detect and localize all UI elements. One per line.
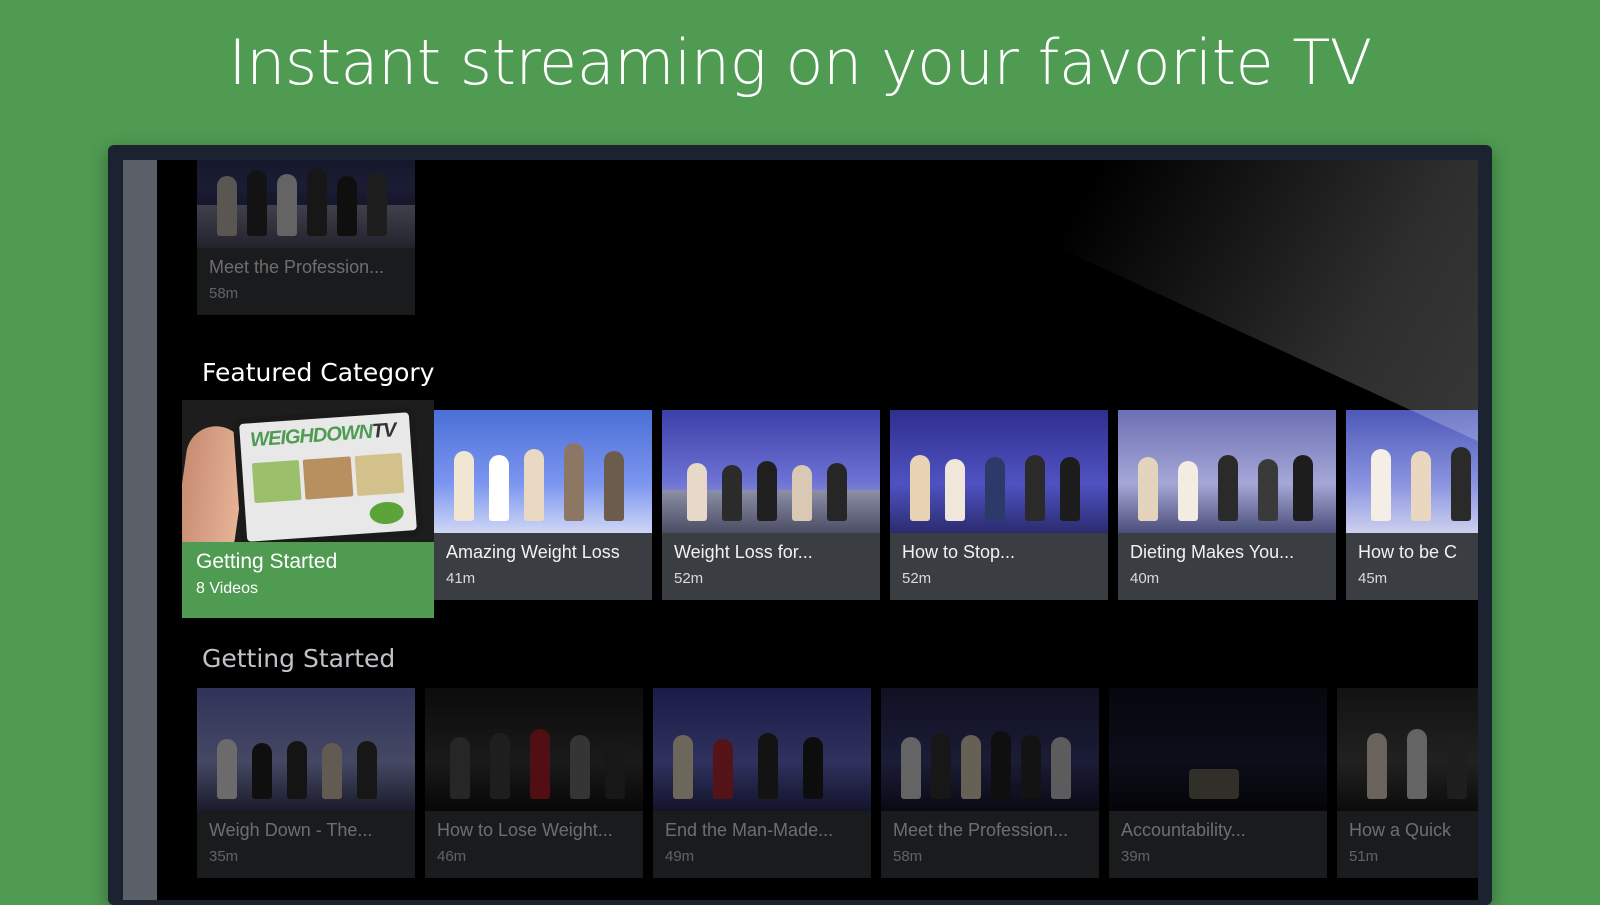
video-title: Weigh Down - The... bbox=[209, 820, 373, 840]
row-heading-getting-started: Getting Started bbox=[202, 644, 396, 673]
video-duration: 51m bbox=[1349, 848, 1379, 865]
video-duration: 46m bbox=[437, 848, 467, 865]
video-thumbnail bbox=[1337, 688, 1478, 811]
featured-card-getting-started[interactable]: WEIGHDOWNTV Getting Started 8 Videos bbox=[182, 400, 434, 618]
video-title: How a Quick bbox=[1349, 820, 1452, 840]
video-title: How to Lose Weight... bbox=[437, 820, 613, 840]
video-card[interactable]: Dieting Makes You... 40m bbox=[1118, 410, 1336, 600]
video-thumbnail bbox=[197, 688, 415, 811]
headline: Instant streaming on your favorite TV bbox=[228, 26, 1372, 99]
video-thumbnail bbox=[434, 410, 652, 533]
video-thumbnail bbox=[881, 688, 1099, 811]
video-duration: 45m bbox=[1358, 570, 1388, 587]
video-card[interactable]: How to Stop... 52m bbox=[890, 410, 1108, 600]
video-card[interactable]: How to Lose Weight... 46m bbox=[425, 688, 643, 878]
video-thumbnail bbox=[662, 410, 880, 533]
video-card[interactable]: Weigh Down - The... 35m bbox=[197, 688, 415, 878]
video-card[interactable]: Accountability... 39m bbox=[1109, 688, 1327, 878]
video-title: Meet the Profession... bbox=[209, 257, 385, 277]
row-heading-featured: Featured Category bbox=[202, 358, 435, 387]
video-duration: 40m bbox=[1130, 570, 1160, 587]
video-duration: 58m bbox=[209, 285, 239, 302]
video-title: Amazing Weight Loss bbox=[446, 542, 620, 562]
video-title: How to be C bbox=[1358, 542, 1458, 562]
video-duration: 35m bbox=[209, 848, 239, 865]
video-card[interactable]: Weight Loss for... 52m bbox=[662, 410, 880, 600]
video-title: Dieting Makes You... bbox=[1130, 542, 1295, 562]
tv-screen: Meet the Profession... 58m Featured Cate… bbox=[123, 160, 1478, 900]
video-thumbnail bbox=[1346, 410, 1478, 533]
video-thumbnail bbox=[890, 410, 1108, 533]
browse-content: Meet the Profession... 58m Featured Cate… bbox=[157, 160, 1478, 900]
featured-video-count: 8 Videos bbox=[196, 580, 258, 597]
featured-thumbnail: WEIGHDOWNTV bbox=[182, 400, 434, 542]
video-thumbnail bbox=[197, 160, 415, 248]
video-card[interactable]: Amazing Weight Loss 41m bbox=[434, 410, 652, 600]
video-title: Meet the Profession... bbox=[893, 820, 1069, 840]
video-thumbnail bbox=[653, 688, 871, 811]
side-nav-rail[interactable] bbox=[123, 160, 157, 900]
video-duration: 39m bbox=[1121, 848, 1151, 865]
video-card[interactable]: How to be C 45m bbox=[1346, 410, 1478, 600]
video-card[interactable]: Meet the Profession... 58m bbox=[881, 688, 1099, 878]
video-title: How to Stop... bbox=[902, 542, 1016, 562]
top-partial-card[interactable]: Meet the Profession... 58m bbox=[197, 160, 415, 315]
video-thumbnail bbox=[1118, 410, 1336, 533]
video-card[interactable]: End the Man-Made... 49m bbox=[653, 688, 871, 878]
video-duration: 52m bbox=[902, 570, 932, 587]
video-duration: 49m bbox=[665, 848, 695, 865]
video-thumbnail bbox=[425, 688, 643, 811]
video-card[interactable]: How a Quick 51m bbox=[1337, 688, 1478, 878]
video-title: Weight Loss for... bbox=[674, 542, 813, 562]
featured-title: Getting Started bbox=[196, 550, 338, 573]
apple-image bbox=[368, 500, 405, 526]
tablet-image: WEIGHDOWNTV bbox=[232, 405, 424, 542]
brand-logo: WEIGHDOWNTV bbox=[249, 419, 397, 452]
video-thumbnail bbox=[1109, 688, 1327, 811]
video-duration: 41m bbox=[446, 570, 476, 587]
video-duration: 52m bbox=[674, 570, 704, 587]
video-duration: 58m bbox=[893, 848, 923, 865]
video-title: Accountability... bbox=[1121, 820, 1246, 840]
video-title: End the Man-Made... bbox=[665, 820, 834, 840]
